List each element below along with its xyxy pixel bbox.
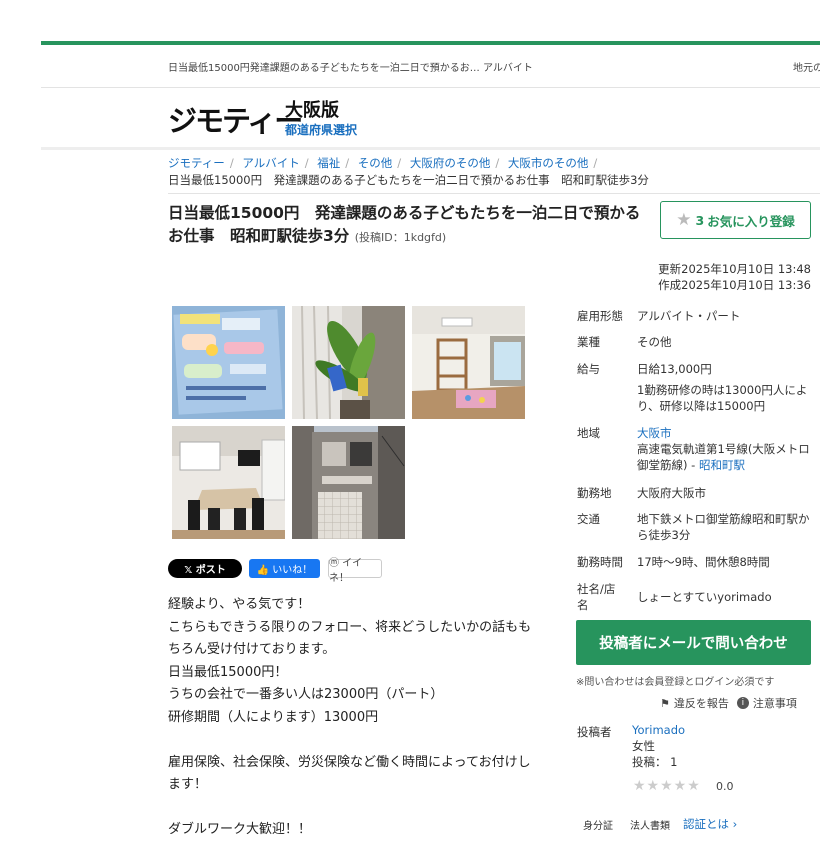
poster-info: Yorimado 女性 投稿： 1 [632, 722, 685, 770]
salary-detail: 1勤務研修の時は13000円人により、研修以降は15000円 [637, 383, 808, 413]
report-link[interactable]: 違反を報告 [674, 695, 729, 711]
sub-header-bar: 日当最低15000円発達課題のある子どもたちを一泊二日で預かるお… アルバイト … [41, 45, 820, 88]
info-icon: i [736, 697, 749, 709]
prefecture-select-link[interactable]: 都道府県選択 [285, 121, 357, 138]
favorite-label: お気に入り登録 [707, 213, 795, 229]
spec-value: しょーとすていyorimado [637, 590, 772, 604]
description-line: ます！ [168, 777, 208, 792]
breadcrumb-part-time[interactable]: アルバイト [242, 156, 299, 170]
description-line: うちの会社で一番多い人は23000円（パート） [168, 687, 444, 702]
photo-thumbnail-5[interactable] [292, 426, 405, 539]
description-line [168, 729, 548, 752]
spec-area: 地域 大阪市 高速電気軌道第1号線(大阪メトロ御堂筋線) - 昭和町駅 [577, 425, 817, 473]
description-line: ダブルワーク大歓迎！！ [168, 822, 312, 837]
spec-label: 雇用形態 [577, 309, 623, 323]
description-line: 雇用保険、社会保険、労災保険など働く時間によってお付けし [168, 754, 531, 770]
breadcrumb: ジモティー / アルバイト / 福祉 / その他 / 大阪府のその他 / 大阪市のその他 /… [168, 156, 649, 187]
breadcrumb-home[interactable]: ジモティー [168, 156, 225, 170]
post-id: (投稿ID：1kdgfd) [354, 231, 447, 244]
spec-value: アルバイト・パート [637, 309, 741, 323]
spec-industry: 業種 その他 [577, 334, 817, 350]
created-date: 作成2025年10月10日 13:36 [658, 278, 811, 292]
area-station-link[interactable]: 昭和町駅 [699, 458, 745, 472]
spec-hours: 勤務時間 17時〜9時、間休憩8時間 [577, 554, 817, 570]
description-line: ちろん受け付けております。 [168, 642, 336, 657]
jmty-logo[interactable]: ジモティー [168, 98, 303, 140]
favorite-button[interactable]: ★ 3 お気に入り登録 [660, 201, 811, 239]
description-line: 研修期間（人によります）13000円 [168, 709, 379, 725]
spec-salary: 給与 日給13,000円 1勤務研修の時は13000円人により、研修以降は150… [577, 361, 817, 414]
site-header: ジモティー 大阪版 都道府県選択 [41, 88, 820, 150]
area-city-link[interactable]: 大阪市 [637, 425, 813, 441]
id-verify-label: 身分証 [583, 820, 613, 832]
spec-employment: 雇用形態 アルバイト・パート [577, 308, 817, 324]
industry-link[interactable]: その他 [637, 334, 813, 350]
spec-label: 社名/店名 [577, 582, 616, 612]
photo-thumbnail-4[interactable] [172, 426, 285, 539]
photo-thumbnail-2[interactable] [292, 306, 405, 419]
spec-label: 勤務時間 [577, 555, 623, 569]
spec-workplace: 勤務地 大阪府大阪市 [577, 485, 817, 501]
facebook-like-button[interactable]: 👍 いいね！ [249, 559, 320, 578]
breadcrumb-other[interactable]: その他 [358, 156, 393, 170]
breadcrumb-welfare[interactable]: 福祉 [317, 156, 340, 170]
mixi-like-button[interactable]: ⓜ イイネ！ [328, 558, 382, 584]
corp-docs-label: 法人書類 [630, 820, 670, 832]
flag-icon: ⚑ [660, 696, 670, 710]
region-name: 大阪版 [285, 100, 339, 121]
description-line: こちらもできうる限りのフォロー、将来どうしたいかの話もも [168, 619, 532, 635]
spec-value: 地下鉄メトロ御堂筋線昭和町駅から徒歩3分 [637, 512, 810, 542]
verification-row: 身分証 法人書類 認証とは › [583, 816, 737, 832]
spec-value: 大阪府大阪市 [637, 486, 706, 500]
spec-label: 給与 [577, 362, 600, 376]
divider [168, 193, 820, 194]
photo-thumbnail-1[interactable] [172, 306, 285, 419]
rating-value: 0.0 [716, 780, 734, 793]
breadcrumb-osaka-pref-other[interactable]: 大阪府のその他 [410, 156, 491, 170]
poster-label: 投稿者 [577, 725, 612, 739]
spec-label: 勤務地 [577, 486, 612, 500]
post-description: 経験より、やる気です！ こちらもできうる限りのフォロー、将来どうしたいかの話もも… [168, 594, 548, 842]
description-line: 日当最低15000円！ [168, 664, 288, 680]
photo-thumbnail-3[interactable] [412, 306, 525, 419]
updated-date: 更新2025年10月10日 13:48 [658, 262, 811, 276]
sub-header-right-text[interactable]: 地元の [793, 59, 820, 74]
description-line [168, 797, 548, 820]
poster-post-count: 投稿： 1 [632, 755, 678, 769]
spec-label: 地域 [577, 426, 600, 440]
spec-label: 交通 [577, 512, 600, 526]
description-line: 経験より、やる気です！ [168, 597, 311, 612]
spec-value: 日給13,000円 1勤務研修の時は13000円人により、研修以降は15000円 [637, 361, 813, 414]
poster-gender: 女性 [632, 739, 655, 753]
spec-company: 社名/店名 しょーとすていyorimado [577, 581, 817, 613]
salary-daily: 日給13,000円 [637, 362, 712, 376]
sub-header-title: 日当最低15000円発達課題のある子どもたちを一泊二日で預かるお… アルバイト [168, 63, 533, 74]
contact-by-email-button[interactable]: 投稿者にメールで問い合わせ [576, 620, 811, 665]
breadcrumb-current: 日当最低15000円 発達課題のある子どもたちを一泊二日で預かるお仕事 昭和町駅… [168, 173, 649, 187]
rating-stars: ★★★★★ [633, 778, 701, 794]
star-icon: ★ [676, 210, 692, 230]
caution-link[interactable]: 注意事項 [753, 695, 797, 711]
spec-transport: 交通 地下鉄メトロ御堂筋線昭和町駅から徒歩3分 [577, 511, 817, 543]
favorite-count: 3 [695, 212, 705, 228]
spec-value: 大阪市 高速電気軌道第1号線(大阪メトロ御堂筋線) - 昭和町駅 [637, 425, 813, 473]
contact-note: ※問い合わせは会員登録とログイン必須です [576, 677, 775, 688]
spec-label: 業種 [577, 335, 600, 349]
breadcrumb-osaka-city-other[interactable]: 大阪市のその他 [508, 156, 589, 170]
verification-info-link[interactable]: 認証とは › [683, 816, 737, 832]
x-post-button[interactable]: 𝕏 ポスト [168, 559, 242, 578]
poster-name-link[interactable]: Yorimado [632, 722, 685, 738]
report-row: ⚑ 違反を報告 i 注意事項 [660, 695, 797, 711]
post-dates: 更新2025年10月10日 13:48 作成2025年10月10日 13:36 [640, 261, 811, 293]
post-title: 日当最低15000円 発達課題のある子どもたちを一泊二日で預かるお仕事 昭和町駅… [168, 202, 654, 249]
spec-value: 17時〜9時、間休憩8時間 [637, 555, 770, 569]
